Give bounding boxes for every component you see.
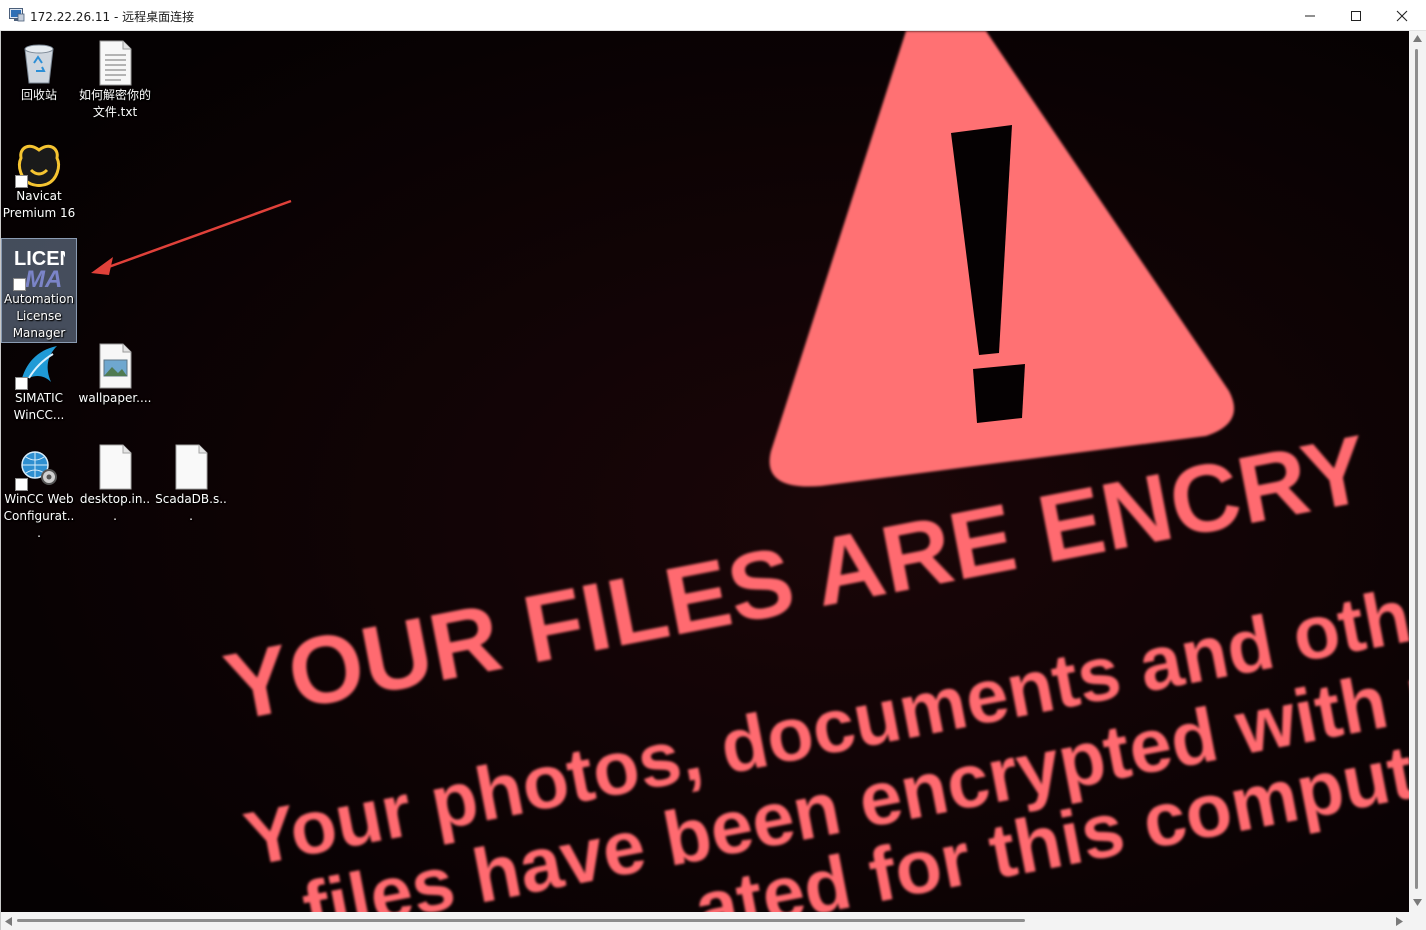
remote-desktop-icon (9, 8, 25, 22)
window-title: 172.22.26.11 - 远程桌面连接 (30, 10, 195, 24)
scroll-down-icon (1413, 899, 1422, 906)
minimize-icon (1305, 15, 1315, 16)
scroll-up-icon (1413, 35, 1422, 42)
close-button[interactable] (1379, 0, 1425, 31)
scroll-right-icon (1396, 917, 1403, 926)
vertical-scrollbar[interactable] (1409, 31, 1426, 912)
red-arrow-annotation (91, 199, 292, 275)
horizontal-scroll-thumb[interactable] (17, 919, 1025, 922)
close-icon (1396, 10, 1408, 21)
title-bar: 172.22.26.11 - 远程桌面连接 (0, 0, 1426, 31)
horizontal-scrollbar[interactable] (1, 912, 1409, 930)
scroll-left-icon (5, 917, 12, 926)
scrollbar-corner (1409, 912, 1426, 930)
vertical-scroll-thumb[interactable] (1415, 49, 1418, 889)
maximize-icon (1351, 10, 1361, 21)
remote-desktop[interactable]: ! YOUR FILES ARE ENCRY Your photos, docu… (1, 31, 1409, 912)
maximize-button[interactable] (1333, 0, 1379, 31)
minimize-button[interactable] (1287, 0, 1333, 31)
